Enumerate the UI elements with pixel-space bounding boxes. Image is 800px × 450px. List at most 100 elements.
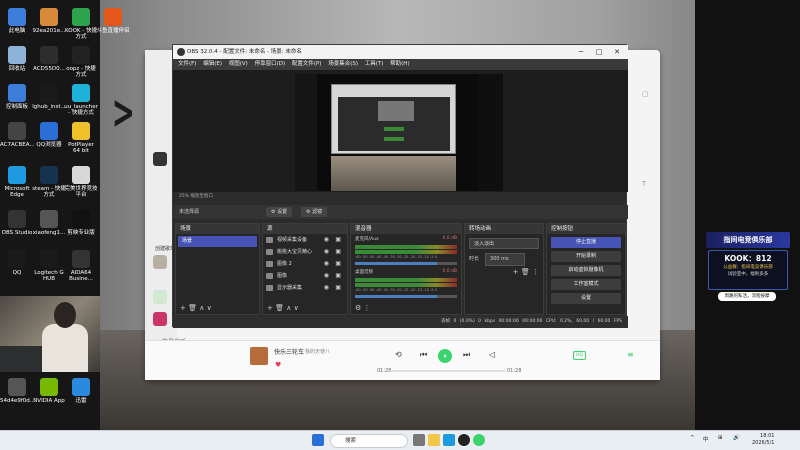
- playlist-cover-1[interactable]: [153, 255, 167, 269]
- move-down-button[interactable]: ∨: [294, 304, 299, 312]
- album-cover[interactable]: [250, 347, 268, 365]
- text-icon[interactable]: T: [642, 180, 646, 188]
- desktop-icon[interactable]: KOOK - 快捷方式: [64, 8, 98, 40]
- menu-edit[interactable]: 编辑(E): [203, 61, 222, 67]
- more-icon[interactable]: ⋮: [532, 268, 539, 276]
- menu-docks[interactable]: 停靠窗口(D): [255, 61, 286, 67]
- remove-scene-button[interactable]: 🗑: [188, 304, 197, 312]
- volume-slider[interactable]: [355, 295, 457, 298]
- desktop-icon[interactable]: NVIDIA App: [32, 378, 66, 404]
- desktop-icon[interactable]: 回收站: [0, 46, 34, 72]
- stop-streaming-button[interactable]: 停止直播: [551, 237, 621, 248]
- music-taskbar-icon[interactable]: [473, 434, 485, 446]
- zoom-row[interactable]: 25% 缩放至窗口: [173, 193, 628, 201]
- obs-taskbar-icon[interactable]: [458, 434, 470, 446]
- desktop-icon[interactable]: 控制面板: [0, 84, 34, 110]
- add-scene-button[interactable]: +: [180, 304, 186, 312]
- desktop-icon[interactable]: uu_launcher - 快捷方式: [64, 84, 98, 116]
- start-icon[interactable]: [312, 434, 324, 446]
- play-pause-button[interactable]: ⏸: [438, 349, 452, 363]
- tray-expand-icon[interactable]: ^: [690, 435, 695, 441]
- properties-button[interactable]: ⚙ 设置: [266, 207, 293, 217]
- file-explorer-icon[interactable]: [428, 434, 440, 446]
- obs-titlebar[interactable]: OBS 32.0.4 - 配置文件: 未命名 - 场景: 未命名 ─ □ ✕: [173, 45, 628, 59]
- desktop-icon[interactable]: 此电脑: [0, 8, 34, 34]
- desktop-icon[interactable]: ACD55D0...: [32, 46, 66, 72]
- song-title[interactable]: 快乐三轮车: [274, 347, 304, 356]
- prev-button[interactable]: ⏮: [420, 350, 427, 360]
- move-up-button[interactable]: ∧: [199, 304, 204, 312]
- desktop-icon[interactable]: xiaofeng1...: [32, 210, 66, 236]
- lock-icon[interactable]: ▣: [335, 246, 341, 258]
- desktop-icon[interactable]: AIDA64 Busine...: [64, 250, 98, 282]
- obs-canvas[interactable]: [295, 74, 503, 191]
- desktop-icon[interactable]: PotPlayer 64 bit: [64, 122, 98, 154]
- eye-icon[interactable]: ◉: [324, 246, 329, 258]
- desktop-icon[interactable]: lghub_inst...: [32, 84, 66, 110]
- menu-tools[interactable]: 工具(T): [365, 61, 384, 67]
- start-recording-button[interactable]: 开始录制: [551, 251, 621, 262]
- remove-source-button[interactable]: 🗑: [275, 304, 284, 312]
- studio-mode-button[interactable]: 工作室模式: [551, 279, 621, 290]
- add-transition-button[interactable]: +: [513, 268, 519, 276]
- volume-slider[interactable]: [355, 262, 457, 265]
- playlist-cover-3[interactable]: [153, 312, 167, 326]
- network-icon[interactable]: ⊞: [718, 435, 723, 441]
- duration-input[interactable]: 300 ms: [485, 253, 526, 266]
- desktop-icon[interactable]: 54d4e9f0d...: [0, 378, 35, 404]
- source-item[interactable]: 图像 ◉ ▣: [263, 270, 347, 282]
- menu-scene-collection[interactable]: 场景集合(S): [328, 61, 358, 67]
- gear-icon[interactable]: ⚙: [355, 304, 361, 312]
- lock-icon[interactable]: ▣: [335, 258, 341, 270]
- move-up-button[interactable]: ∧: [286, 304, 291, 312]
- desktop-icon[interactable]: 剪映专业版: [64, 210, 98, 236]
- add-source-button[interactable]: +: [267, 304, 273, 312]
- desktop-icon[interactable]: QQ: [0, 250, 34, 276]
- remove-transition-button[interactable]: 🗑: [521, 268, 530, 276]
- menu-file[interactable]: 文件(F): [178, 61, 196, 67]
- desktop-icon[interactable]: Logitech G HUB: [32, 250, 66, 282]
- obs-preview-area[interactable]: [173, 70, 628, 192]
- taskbar-search[interactable]: 搜索: [330, 434, 408, 448]
- source-item[interactable]: 图像 2 ◉ ▣: [263, 258, 347, 270]
- minimize-button[interactable]: ─: [572, 45, 590, 59]
- desktop-icon[interactable]: steam - 快捷方式: [32, 166, 66, 198]
- desktop-icon[interactable]: QQ浏览器: [32, 122, 66, 148]
- lock-icon[interactable]: ▣: [335, 270, 341, 282]
- playlist-cover-2[interactable]: [153, 290, 167, 304]
- menu-profile[interactable]: 配置文件(P): [292, 61, 322, 67]
- volume-icon[interactable]: 🔊: [733, 435, 740, 441]
- lock-icon[interactable]: ▣: [335, 282, 341, 294]
- more-icon[interactable]: ⋮: [364, 304, 371, 312]
- next-button[interactable]: ⏭: [463, 350, 470, 360]
- eye-icon[interactable]: ◉: [324, 270, 329, 282]
- eye-icon[interactable]: ◉: [324, 234, 329, 246]
- desktop-icon[interactable]: 92ea201e...: [32, 8, 66, 34]
- filters-button[interactable]: ⚙ 滤镜: [301, 207, 328, 217]
- desktop-icon[interactable]: 迅雷: [64, 378, 98, 404]
- desktop-icon[interactable]: Microsoft Edge: [0, 166, 34, 198]
- lock-icon[interactable]: ▣: [335, 234, 341, 246]
- quality-badge[interactable]: HQ: [573, 351, 586, 360]
- source-item[interactable]: 桃桃大宝贝精心 ◉ ▣: [263, 246, 347, 258]
- desktop-icon[interactable]: oopz - 快捷方式: [64, 46, 98, 78]
- message-icon[interactable]: ▢: [642, 90, 649, 98]
- close-button[interactable]: ✕: [608, 45, 626, 59]
- playlist-icon[interactable]: ≡: [627, 350, 634, 359]
- source-item[interactable]: 显示器采集 ◉ ▣: [263, 282, 347, 294]
- maximize-button[interactable]: □: [590, 45, 608, 59]
- eye-icon[interactable]: ◉: [324, 258, 329, 270]
- eye-icon[interactable]: ◉: [324, 282, 329, 294]
- task-view-icon[interactable]: [413, 434, 425, 446]
- desktop-icon[interactable]: 斗鱼直播伴侣: [96, 8, 130, 34]
- desktop-icon[interactable]: OBS Studio: [0, 210, 34, 236]
- desktop-icon[interactable]: AC7ACBEA...: [0, 122, 35, 148]
- progress-bar[interactable]: [390, 370, 505, 372]
- ime-indicator[interactable]: 中: [703, 435, 709, 443]
- repeat-icon[interactable]: ⟲: [395, 350, 402, 359]
- like-icon[interactable]: ♥: [275, 361, 281, 369]
- edge-icon[interactable]: [443, 434, 455, 446]
- source-item[interactable]: 视频采集设备 ◉ ▣: [263, 234, 347, 246]
- menu-view[interactable]: 视图(V): [229, 61, 248, 67]
- obs-window[interactable]: OBS 32.0.4 - 配置文件: 未命名 - 场景: 未命名 ─ □ ✕ 文…: [172, 44, 628, 328]
